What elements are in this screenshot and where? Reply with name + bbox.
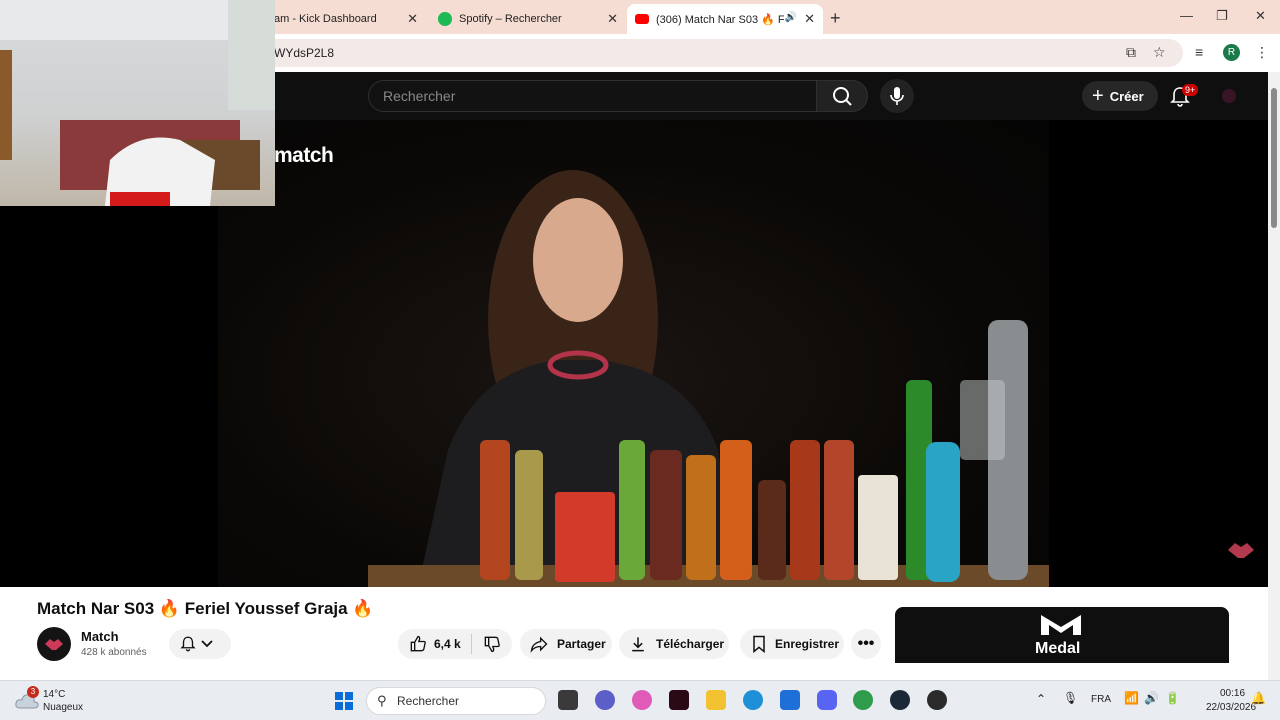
taskbar-search[interactable]: ⚲ Rechercher [366, 687, 546, 715]
search-input[interactable] [369, 81, 816, 111]
channel-avatar[interactable] [37, 627, 71, 661]
subscriber-count: 428 k abonnés [81, 647, 147, 658]
weather-badge: 3 [27, 686, 39, 698]
share-label: Partager [557, 637, 606, 651]
windows-taskbar: 3 14°C Nuageux ⚲ Rechercher ⌃ 🎙 FRA 📶 🔊 … [0, 680, 1280, 720]
wifi-icon[interactable]: 📶 [1124, 691, 1139, 705]
subscribe-notifications-button[interactable] [169, 629, 231, 659]
chevron-up-icon[interactable]: ⌃ [1036, 692, 1046, 706]
bookmark-icon [753, 635, 765, 654]
download-label: Télécharger [656, 637, 725, 651]
save-button[interactable]: Enregistrer [740, 629, 844, 659]
weather-description[interactable]: Nuageux [43, 702, 83, 713]
media-control-icon[interactable]: ≡ [1195, 44, 1203, 60]
video-frame[interactable] [218, 120, 1049, 587]
close-window-icon[interactable]: ✕ [1255, 8, 1266, 24]
like-dislike-group: 6,4 k [398, 629, 512, 659]
tab-youtube-active[interactable]: (306) Match Nar S03 🔥 Fe 🔊 ✕ [627, 4, 823, 34]
tab-spotify[interactable]: Spotify – Rechercher ✕ [430, 4, 626, 34]
search-button[interactable] [816, 80, 868, 112]
tab-close-icon[interactable]: ✕ [607, 11, 618, 27]
store-icon[interactable] [780, 690, 800, 710]
like-count[interactable]: 6,4 k [434, 637, 461, 651]
edge-icon[interactable] [743, 690, 763, 710]
more-icon: ••• [857, 635, 875, 652]
task-view-icon[interactable] [558, 690, 578, 710]
chrome-icon[interactable] [853, 690, 873, 710]
chevron-down-icon [201, 640, 213, 648]
medal-logo-icon [1041, 615, 1081, 635]
scrollbar-thumb[interactable] [1271, 88, 1277, 228]
video-info-section: Match Nar S03 🔥 Feriel Youssef Graja 🔥 M… [0, 587, 1268, 680]
tab-title: am - Kick Dashboard [274, 13, 377, 25]
create-button[interactable]: + Créer [1082, 81, 1158, 111]
valorant-icon[interactable] [669, 690, 689, 710]
profile-avatar[interactable]: R [1223, 44, 1240, 61]
thumbs-up-icon[interactable] [408, 634, 428, 654]
channel-name[interactable]: Match [81, 629, 119, 644]
battery-icon[interactable]: 🔋 [1165, 691, 1180, 705]
share-icon [530, 636, 548, 653]
discord-icon[interactable] [817, 690, 837, 710]
search-icon [833, 87, 852, 106]
weather-temperature[interactable]: 14°C [43, 689, 65, 700]
video-title: Match Nar S03 🔥 Feriel Youssef Graja 🔥 [37, 599, 374, 618]
volume-icon[interactable]: 🔊 [1144, 691, 1159, 705]
save-label: Enregistrer [775, 637, 840, 651]
webcam-overlay [0, 0, 275, 206]
channel-logo-icon [45, 639, 63, 650]
file-explorer-icon[interactable] [706, 690, 726, 710]
copilot-icon[interactable] [632, 690, 652, 710]
plus-icon: + [1092, 85, 1104, 107]
tab-title: (306) Match Nar S03 🔥 Fe [656, 13, 784, 26]
youtube-icon [635, 14, 649, 24]
tab-kick-dashboard[interactable]: am - Kick Dashboard ✕ [266, 4, 426, 34]
download-icon [632, 637, 644, 652]
medal-logo-text: Medal [1035, 640, 1081, 657]
tab-title: Spotify – Rechercher [459, 13, 562, 25]
clock-date[interactable]: 22/03/2026 [1206, 702, 1256, 713]
microphone-icon [890, 87, 904, 105]
handshake-watermark-icon [1228, 543, 1254, 558]
clock-time[interactable]: 00:16 [1220, 688, 1245, 699]
menu-icon[interactable]: ⋮ [1255, 44, 1269, 61]
bookmark-star-icon[interactable]: ☆ [1153, 44, 1166, 61]
windows-start-icon[interactable] [334, 691, 354, 711]
tab-close-icon[interactable]: ✕ [407, 11, 418, 27]
new-tab-button[interactable]: + [830, 8, 841, 29]
video-content-image [368, 170, 1049, 587]
app-icon[interactable] [927, 690, 947, 710]
notifications-icon[interactable]: 🔔 [1251, 691, 1266, 705]
thumbs-down-icon[interactable] [482, 634, 502, 654]
steam-icon[interactable] [890, 690, 910, 710]
bell-icon [180, 636, 196, 652]
maximize-icon[interactable]: ❐ [1216, 8, 1228, 24]
language-indicator[interactable]: FRA [1091, 694, 1111, 705]
create-label: Créer [1109, 88, 1144, 104]
account-avatar[interactable] [1222, 89, 1236, 103]
speaker-icon[interactable]: 🔊 [785, 12, 797, 23]
divider [470, 634, 472, 654]
search-icon: ⚲ [377, 693, 387, 708]
share-button[interactable]: Partager [520, 629, 612, 659]
download-button[interactable]: Télécharger [619, 629, 729, 659]
spotify-icon [438, 12, 452, 26]
notification-badge: 9+ [1182, 84, 1199, 96]
taskbar-search-label: Rechercher [397, 694, 460, 708]
voice-search-button[interactable] [880, 79, 914, 113]
search-box [368, 80, 816, 112]
microphone-tray-icon[interactable]: 🎙 [1063, 691, 1078, 705]
tab-close-icon[interactable]: ✕ [804, 11, 815, 27]
chat-icon[interactable] [595, 690, 615, 710]
webcam-image [0, 0, 275, 206]
minimize-icon[interactable]: — [1180, 8, 1193, 23]
more-actions-button[interactable]: ••• [851, 629, 881, 659]
channel-watermark: match [274, 144, 334, 167]
url-text[interactable]: WYdsP2L8 [274, 46, 334, 60]
install-icon[interactable]: ⧉ [1126, 44, 1136, 61]
medal-ad-card[interactable]: Medal [895, 607, 1229, 663]
